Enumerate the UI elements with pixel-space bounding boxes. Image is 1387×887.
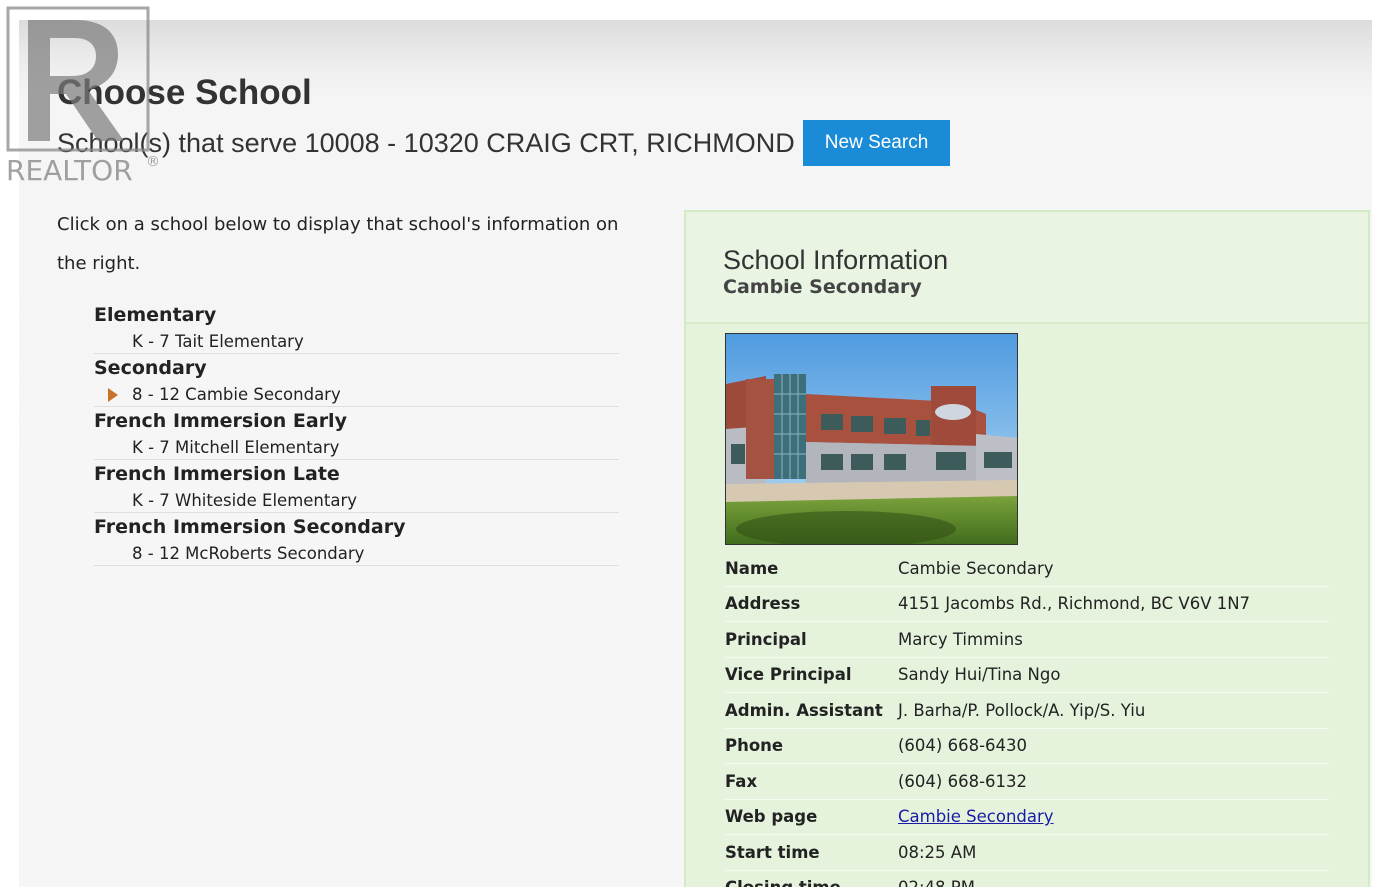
school-item-label: K - 7 Whiteside Elementary [132,491,358,510]
info-value: 4151 Jacombs Rd., Richmond, BC V6V 1N7 [898,594,1251,614]
info-label: Start time [725,842,820,862]
info-label: Principal [725,629,807,649]
info-label: Admin. Assistant [725,700,883,720]
school-item-label: K - 7 Tait Elementary [132,332,304,351]
school-item-label: 8 - 12 McRoberts Secondary [132,544,365,563]
school-list: Elementary K - 7 Tait Elementary Seconda… [94,301,619,566]
info-row: Web page Cambie Secondary [725,800,1329,835]
realtor-watermark-text: REALTOR [6,154,133,186]
info-value: Sandy Hui/Tina Ngo [898,665,1061,685]
info-row: Phone (604) 668-6430 [725,729,1329,764]
realtor-logo: REALTOR ® [6,6,161,187]
selected-arrow-icon [108,388,118,402]
new-search-button[interactable]: New Search [802,120,951,166]
school-web-link[interactable]: Cambie Secondary [898,807,1054,826]
school-item-label: K - 7 Mitchell Elementary [132,438,340,457]
school-item-selected[interactable]: 8 - 12 Cambie Secondary [94,382,619,407]
info-value: J. Barha/P. Pollock/A. Yip/S. Yiu [898,700,1146,720]
info-value: Marcy Timmins [898,629,1023,649]
level-heading: French Immersion Late [94,463,340,485]
subtitle-row: School(s) that serve 10008 - 10320 CRAIG… [57,120,951,166]
instructions-text: Click on a school below to display that … [57,214,619,274]
info-row: Name Cambie Secondary [725,551,1329,587]
school-item[interactable]: 8 - 12 McRoberts Secondary [94,541,619,566]
info-value: (604) 668-6132 [898,771,1028,791]
level-heading: Elementary [94,304,217,326]
level-heading: Secondary [94,357,207,379]
info-row: Fax (604) 668-6132 [725,764,1329,800]
school-item[interactable]: K - 7 Whiteside Elementary [94,488,619,513]
info-value: 08:25 AM [898,842,977,862]
info-row: Address 4151 Jacombs Rd., Richmond, BC V… [725,587,1329,622]
registered-mark: ® [146,154,160,170]
info-row: Admin. Assistant J. Barha/P. Pollock/A. … [725,693,1329,729]
info-value: Cambie Secondary [898,807,1054,826]
info-label: Address [725,594,801,614]
school-item[interactable]: K - 7 Tait Elementary [94,329,619,354]
school-photo [725,333,1018,545]
school-info-panel: School Information Cambie Secondary Name… [684,210,1370,887]
served-address-text: School(s) that serve 10008 - 10320 CRAIG… [57,127,795,158]
info-label: Fax [725,771,758,791]
level-heading: French Immersion Early [94,410,347,432]
info-row: Start time 08:25 AM [725,835,1329,871]
school-info-header: School Information Cambie Secondary [686,212,1368,324]
info-label: Vice Principal [725,665,852,685]
info-label: Closing time [725,878,898,887]
info-value: (604) 668-6430 [898,736,1028,756]
school-item-label: 8 - 12 Cambie Secondary [132,385,341,404]
info-value: 02:48 PM [898,878,975,887]
info-label: Web page [725,807,818,827]
level-heading: French Immersion Secondary [94,516,406,538]
info-row: Closing time 02:48 PM [725,871,1329,887]
school-item[interactable]: K - 7 Mitchell Elementary [94,435,619,460]
page-container: Choose School School(s) that serve 10008… [19,20,1372,887]
school-info-name: Cambie Secondary [723,276,922,298]
info-row: Principal Marcy Timmins [725,622,1329,658]
school-info-table: Name Cambie Secondary Address 4151 Jacom… [725,551,1329,887]
school-info-title: School Information [723,245,949,275]
info-row: Vice Principal Sandy Hui/Tina Ngo [725,658,1329,693]
info-value: Cambie Secondary [898,558,1054,578]
info-label: Name [725,558,779,578]
info-label: Phone [725,736,784,756]
